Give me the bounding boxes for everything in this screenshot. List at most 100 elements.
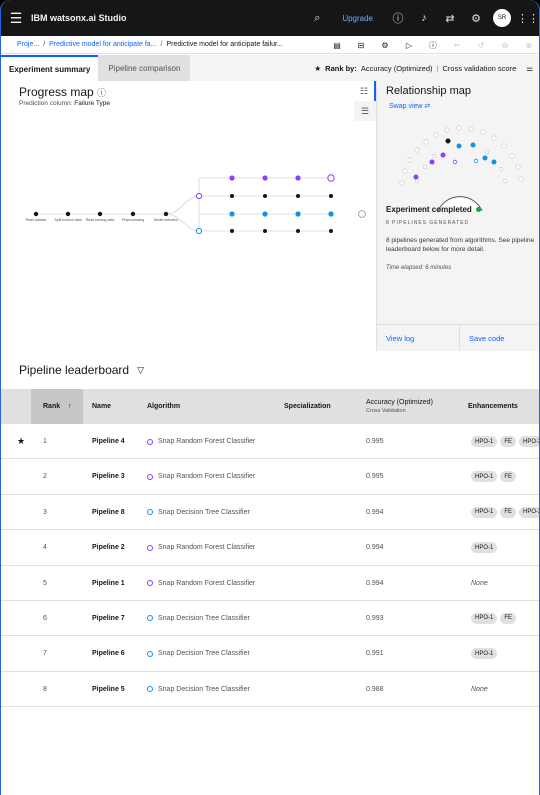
pipeline-name[interactable]: Pipeline 2 — [92, 530, 125, 565]
column-rank[interactable]: Rank ↑ — [31, 389, 83, 424]
column-algorithm[interactable]: Algorithm — [147, 389, 180, 424]
table-row[interactable]: 8 Pipeline 5 Snap Decision Tree Classifier… — [1, 672, 539, 708]
undo-icon[interactable]: ↺ — [469, 41, 493, 50]
rank-by-label: Rank by: — [325, 63, 357, 73]
tab-experiment-summary[interactable]: Experiment summary — [1, 55, 99, 81]
upgrade-link[interactable]: Upgrade — [330, 14, 385, 23]
menu-icon[interactable]: ☰ — [1, 10, 31, 27]
enhancements-cell: None — [471, 672, 488, 707]
save-code-link[interactable]: Save code — [460, 325, 539, 351]
breadcrumb-project[interactable]: Proje... — [17, 41, 39, 48]
accuracy-cell: 0.994 — [366, 508, 384, 516]
view-log-link[interactable]: View log — [377, 325, 460, 351]
pipeline-name[interactable]: Pipeline 1 — [92, 566, 125, 601]
info-icon[interactable]: ⓘ — [97, 88, 106, 98]
algorithm-cell: Snap Random Forest Classifier — [147, 530, 255, 565]
app-grid-icon[interactable]: ⋮⋮ — [515, 0, 539, 36]
progress-map-title: Progress map ⓘ — [19, 85, 107, 99]
algorithm-cell: Snap Decision Tree Classifier — [147, 672, 250, 707]
enhancement-none: None — [471, 579, 488, 587]
star-icon: ★ — [314, 63, 322, 73]
stage-label-1: Split holdout data — [54, 218, 82, 222]
notification-icon[interactable]: ♪ — [411, 0, 437, 36]
map-view-icon[interactable]: ☷ — [354, 81, 376, 101]
algorithm-icon — [147, 650, 153, 657]
switcher-icon[interactable]: ⇄ — [437, 0, 463, 36]
avatar[interactable]: SR — [493, 9, 511, 27]
status-badge: Experiment completed — [386, 205, 481, 214]
algorithm-icon — [147, 544, 153, 551]
table-row[interactable]: 2 Pipeline 3 Snap Random Forest Classifier… — [1, 459, 539, 495]
enhancement-tag: HPO-1 — [471, 506, 498, 518]
breadcrumb-asset[interactable]: Predictive model for anticipate fa... — [49, 41, 156, 48]
pipeline-name[interactable]: Pipeline 7 — [92, 601, 125, 636]
view-toggle: ☷ ☰ — [354, 81, 376, 121]
stage-label-0: Read dataset — [25, 218, 47, 222]
enhancements-cell: HPO-1 FE HPO-2 — [471, 495, 539, 530]
enhancements-cell: HPO-1 FE HPO-2 — [471, 424, 539, 459]
help-icon[interactable]: ⓘ — [385, 0, 411, 36]
column-enhancements[interactable]: Enhancements — [468, 389, 518, 424]
column-specialization[interactable]: Specialization — [284, 389, 331, 424]
gear-icon[interactable]: ⚙ — [373, 41, 397, 50]
success-dot-icon — [475, 207, 481, 212]
rank-cell: 3 — [43, 508, 47, 516]
algorithm-cell: Snap Random Forest Classifier — [147, 424, 255, 459]
summary-tabs: Experiment summary Pipeline comparison ★… — [1, 55, 539, 81]
enhancement-tag: HPO-1 — [471, 471, 498, 483]
algorithm-cell: Snap Random Forest Classifier — [147, 566, 255, 601]
enhancement-tag: FE — [500, 471, 517, 483]
enhancement-tag: FE — [500, 436, 517, 447]
stage-label-4: Model selection — [153, 218, 179, 222]
rank-cell: 5 — [43, 579, 47, 587]
progress-map-diagram — [33, 174, 366, 235]
filter-icon[interactable]: ▽ — [137, 365, 144, 376]
relationship-footer: View log Save code — [377, 324, 539, 351]
progress-map: Progress map ⓘ Prediction column: Failur… — [1, 81, 376, 351]
pipeline-name[interactable]: Pipeline 8 — [92, 495, 125, 530]
enhancement-tag: FE — [500, 506, 517, 518]
enhancements-cell: None — [471, 566, 488, 601]
notebook-icon[interactable]: ▤ — [325, 41, 349, 50]
accuracy-cell: 0.995 — [366, 438, 384, 445]
stage-label-2: Read training data — [85, 218, 115, 222]
tab-pipeline-comparison[interactable]: Pipeline comparison — [98, 55, 191, 81]
pipeline-name[interactable]: Pipeline 4 — [92, 424, 125, 459]
accuracy-cell: 0.995 — [366, 473, 384, 481]
accuracy-cell: 0.994 — [366, 579, 384, 587]
leaderboard-header: Rank ↑ Name Algorithm Specialization Accu… — [1, 389, 539, 424]
top-nav-bar: ☰ IBM watsonx.ai Studio ⌕ Upgrade ⓘ ♪ ⇄ … — [1, 0, 539, 36]
enhancement-tag: HPO-1 — [471, 612, 498, 624]
info-icon[interactable]: ⓘ — [421, 40, 445, 51]
table-row[interactable]: 7 Pipeline 6 Snap Decision Tree Classifier… — [1, 636, 539, 672]
table-row[interactable]: 5 Pipeline 1 Snap Random Forest Classifier… — [1, 566, 539, 601]
leaderboard-rows: ★ 1 Pipeline 4 Snap Random Forest Classifie… — [1, 424, 539, 708]
table-row[interactable]: ★ 1 Pipeline 4 Snap Random Forest Classifie… — [1, 424, 539, 460]
pipelines-generated: 8 PIPELINES GENERATED — [386, 220, 470, 226]
relationship-description: 8 pipelines generated from algorithms. S… — [386, 237, 535, 253]
pipeline-name[interactable]: Pipeline 5 — [92, 672, 125, 707]
collapse-icon[interactable]: ⊖ — [493, 41, 517, 50]
pipeline-name[interactable]: Pipeline 3 — [92, 459, 125, 494]
rank-cell: 8 — [43, 685, 47, 693]
table-row[interactable]: 4 Pipeline 2 Snap Random Forest Classifier… — [1, 530, 539, 566]
column-accuracy[interactable]: Accuracy (Optimized) Cross Validation — [366, 389, 433, 424]
app-title: IBM watsonx.ai Studio — [31, 13, 127, 23]
list-view-icon[interactable]: ☰ — [354, 101, 376, 121]
rank-by-selector[interactable]: ★ Rank by: Accuracy (Optimized) | Cross … — [314, 55, 533, 81]
column-name[interactable]: Name — [92, 389, 111, 424]
accuracy-cell: 0.994 — [366, 544, 384, 552]
cut-icon[interactable]: ✂ — [445, 41, 469, 50]
run-icon[interactable]: ▷ — [397, 41, 421, 50]
table-row[interactable]: 3 Pipeline 8 Snap Decision Tree Classifier… — [1, 495, 539, 531]
pipeline-name[interactable]: Pipeline 6 — [92, 636, 125, 671]
close-icon[interactable]: ⊗ — [517, 41, 539, 50]
search-icon[interactable]: ⌕ — [304, 0, 330, 36]
rank-cell: 1 — [43, 438, 47, 445]
algorithm-icon — [147, 438, 153, 445]
archive-icon[interactable]: ⊟ — [349, 41, 373, 50]
settings-icon[interactable]: ⚙ — [463, 0, 489, 36]
sliders-icon[interactable]: ⚌ — [526, 64, 533, 73]
swap-view-link[interactable]: Swap view ⇄ — [389, 102, 430, 110]
table-row[interactable]: 6 Pipeline 7 Snap Decision Tree Classifier… — [1, 601, 539, 637]
